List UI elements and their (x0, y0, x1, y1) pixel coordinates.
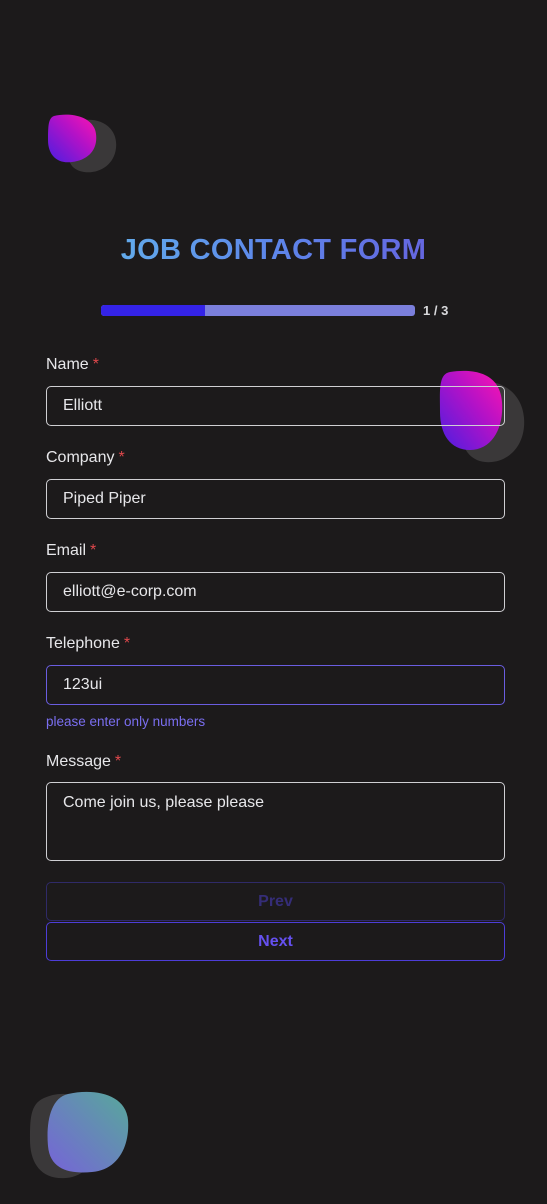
prev-button[interactable]: Prev (46, 882, 505, 921)
message-textarea[interactable]: Come join us, please please (46, 782, 505, 861)
company-label: Company * (46, 449, 125, 467)
name-label-text: Name (46, 356, 89, 373)
decorative-blob-bottom-left (30, 1091, 129, 1179)
telephone-error-message: please enter only numbers (46, 714, 206, 729)
message-label: Message * (46, 753, 121, 771)
telephone-label: Telephone * (46, 635, 130, 653)
required-marker: * (92, 356, 99, 373)
required-marker: * (114, 753, 122, 770)
required-marker: * (90, 542, 97, 559)
telephone-input[interactable] (46, 665, 505, 705)
form-title: JOB CONTACT FORM (0, 230, 547, 270)
name-label: Name * (46, 356, 99, 374)
name-input[interactable] (46, 386, 505, 426)
progress-indicator: 1 / 3 (101, 303, 461, 318)
email-label: Email * (46, 542, 96, 560)
progress-step-text: 1 / 3 (423, 303, 449, 318)
decorative-blob-top-left (48, 114, 117, 173)
company-input[interactable] (46, 479, 505, 519)
message-label-text: Message (46, 753, 111, 770)
company-label-text: Company (46, 449, 115, 466)
telephone-label-text: Telephone (46, 635, 120, 652)
required-marker: * (123, 635, 131, 652)
progress-bar-track (101, 305, 415, 316)
email-input[interactable] (46, 572, 505, 612)
email-label-text: Email (46, 542, 87, 559)
next-button[interactable]: Next (46, 922, 505, 961)
page: JOB CONTACT FORM 1 / 3 Name* Company* Em… (0, 0, 547, 1204)
progress-bar-fill (101, 305, 205, 316)
required-marker: * (118, 449, 125, 466)
